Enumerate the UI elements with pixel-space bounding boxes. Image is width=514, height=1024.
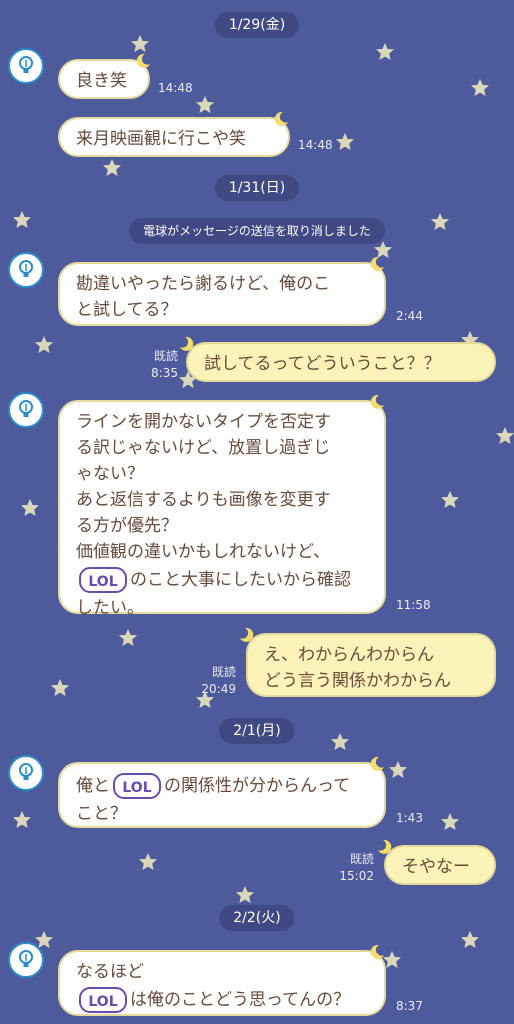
- message-text: 価値観の違いかもしれないけど、: [76, 542, 331, 562]
- message-text: る方が優先？: [76, 516, 178, 536]
- avatar[interactable]: [8, 942, 44, 978]
- crescent-moon-icon: [370, 756, 384, 771]
- message-time: 2:44: [396, 309, 423, 323]
- message-time: 8:35: [151, 366, 178, 380]
- system-notice: 電球がメッセージの送信を取り消しました: [129, 218, 385, 244]
- lightbulb-icon: [19, 56, 33, 73]
- message-bubble[interactable]: え、わからんわからん どう言う関係かわからん: [246, 633, 496, 697]
- message-text: ラインを開かないタイプを否定す: [76, 412, 331, 432]
- message-time: 1:43: [396, 811, 423, 825]
- read-receipt: 既読: [349, 852, 374, 866]
- crescent-moon-icon: [136, 53, 150, 68]
- date-divider: 2/1(月): [219, 718, 295, 744]
- avatar[interactable]: [8, 48, 44, 84]
- crescent-moon-icon: [180, 336, 194, 351]
- avatar[interactable]: [8, 392, 44, 428]
- message-bubble[interactable]: 勘違いやったら謝るけど、俺のこ と試してる？: [58, 262, 386, 326]
- message-bubble[interactable]: 試してるってどういうこと？？: [186, 342, 496, 382]
- svg-text:LOL: LOL: [88, 994, 117, 1010]
- message-text: のこと大事にしたいから確認: [130, 570, 351, 590]
- message-line-with-sticker: LOL は俺のことどう思ってんの？: [76, 985, 368, 1015]
- svg-text:LOL: LOL: [122, 780, 151, 796]
- message-text: る訳じゃないけど、放置し過ぎじ: [76, 438, 331, 458]
- svg-text:LOL: LOL: [88, 574, 117, 590]
- crescent-moon-icon: [378, 839, 392, 854]
- message-time: 11:58: [396, 598, 431, 612]
- message-text: どう言う関係かわからん: [264, 671, 451, 691]
- read-receipt: 既読: [153, 349, 178, 363]
- lightbulb-icon: [19, 763, 33, 780]
- avatar[interactable]: [8, 252, 44, 288]
- message-text: は俺のことどう思ってんの？: [130, 990, 351, 1010]
- message-bubble[interactable]: なるほど LOL は俺のことどう思ってんの？: [58, 950, 386, 1016]
- read-receipt: 既読: [211, 665, 236, 679]
- crescent-moon-icon: [240, 627, 254, 642]
- lightbulb-icon: [19, 400, 33, 417]
- message-line-with-sticker: LOL のこと大事にしたいから確認: [76, 565, 368, 595]
- crescent-moon-icon: [274, 111, 288, 126]
- message-time: 8:37: [396, 999, 423, 1013]
- message-text: の関係性が分からんって: [164, 776, 351, 796]
- message-bubble[interactable]: そやなー: [384, 845, 496, 885]
- message-bubble[interactable]: ラインを開かないタイプを否定す る訳じゃないけど、放置し過ぎじ ゃない？ あと返…: [58, 400, 386, 618]
- message-time: 14:48: [298, 138, 333, 152]
- message-bubble[interactable]: 来月映画観に行こや笑: [58, 117, 290, 157]
- date-divider: 1/29(金): [214, 12, 300, 38]
- message-time: 20:49: [201, 682, 236, 696]
- crescent-moon-icon: [370, 394, 384, 409]
- date-divider: 2/2(火): [219, 905, 295, 931]
- message-bubble[interactable]: 俺と LOL の関係性が分からんって こと？: [58, 762, 386, 828]
- lightbulb-icon: [19, 950, 33, 967]
- crescent-moon-icon: [370, 256, 384, 271]
- lightbulb-icon: [19, 260, 33, 277]
- message-text: 来月映画観に行こや笑: [76, 129, 246, 149]
- message-text: こと？: [76, 804, 127, 824]
- lol-sticker: LOL: [78, 985, 128, 1015]
- message-text: と試してる？: [76, 300, 178, 320]
- message-time: 14:48: [158, 81, 193, 95]
- message-line-with-sticker: 俺と LOL の関係性が分からんって: [76, 771, 368, 801]
- lol-sticker: LOL: [78, 565, 128, 595]
- message-text: したい。: [76, 598, 144, 618]
- message-text: なるほど: [76, 962, 144, 982]
- message-text: え、わからんわからん: [264, 645, 434, 665]
- message-text: 俺と: [76, 776, 110, 796]
- date-divider: 1/31(日): [214, 175, 300, 201]
- message-text: 試してるってどういうこと？？: [204, 354, 441, 374]
- avatar[interactable]: [8, 755, 44, 791]
- lol-sticker: LOL: [112, 771, 162, 801]
- message-text: 勘違いやったら謝るけど、俺のこ: [76, 274, 331, 294]
- message-text: ゃない？: [76, 464, 144, 484]
- message-text: 良き笑: [76, 71, 127, 91]
- crescent-moon-icon: [370, 944, 384, 959]
- message-text: あと返信するよりも画像を変更す: [76, 490, 331, 510]
- message-time: 15:02: [339, 869, 374, 883]
- message-text: そやなー: [402, 857, 470, 877]
